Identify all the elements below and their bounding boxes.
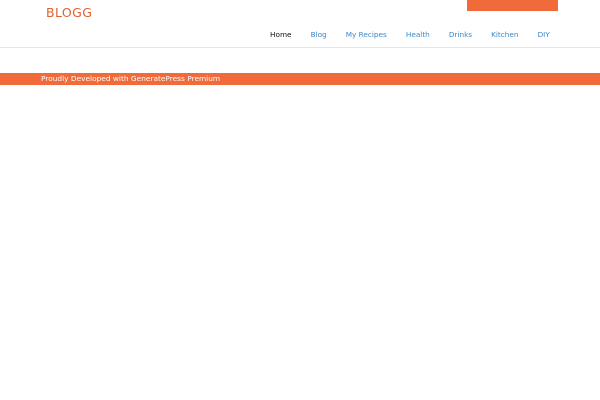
site-logo[interactable]: BLOGG <box>46 6 92 20</box>
top-accent-bar <box>467 0 558 11</box>
footer-credit: Proudly Developed with GeneratePress Pre… <box>41 74 221 83</box>
nav-item-my-recipes[interactable]: My Recipes <box>346 29 387 41</box>
nav-item-diy[interactable]: DIY <box>538 29 550 41</box>
page: BLOGG Home Blog My Recipes Health Drinks… <box>0 0 600 400</box>
header-divider <box>0 47 600 48</box>
nav-item-drinks[interactable]: Drinks <box>449 29 472 41</box>
site-footer: Proudly Developed with GeneratePress Pre… <box>0 73 600 85</box>
nav-item-blog[interactable]: Blog <box>311 29 327 41</box>
nav-item-home[interactable]: Home <box>270 29 292 41</box>
main-navigation: Home Blog My Recipes Health Drinks Kitch… <box>270 29 550 41</box>
nav-item-kitchen[interactable]: Kitchen <box>491 29 518 41</box>
nav-item-health[interactable]: Health <box>406 29 430 41</box>
